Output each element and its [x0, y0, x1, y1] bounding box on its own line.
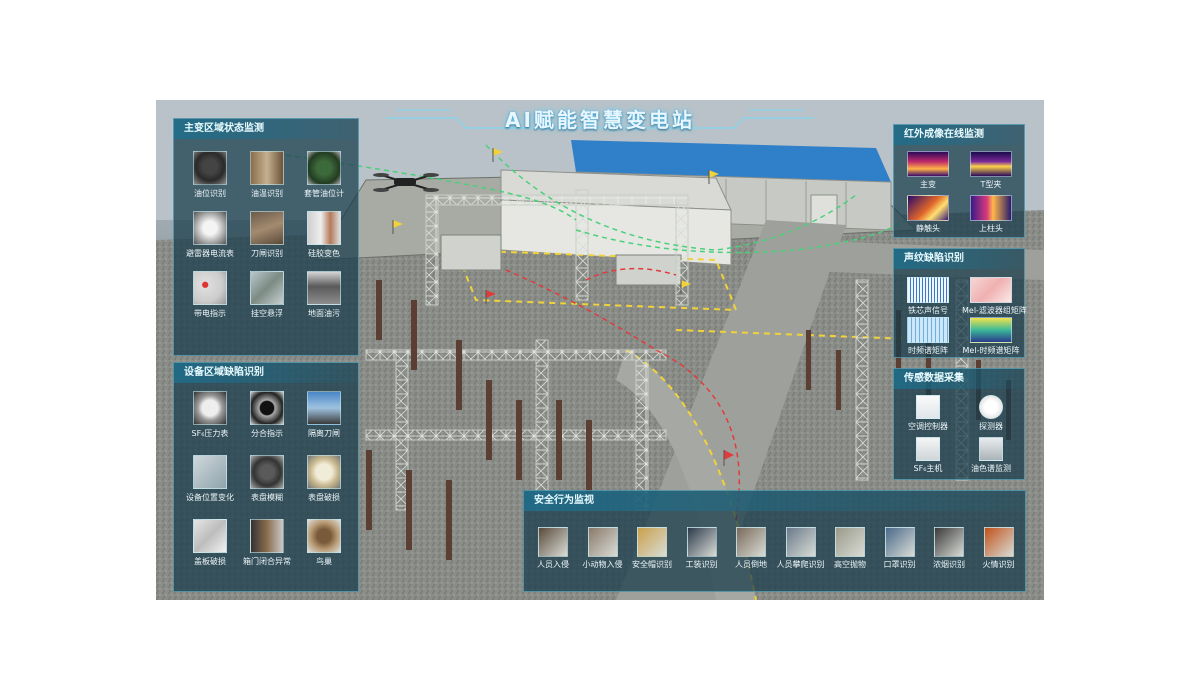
- panel-voiceprint: 声纹缺陷识别 铁芯声信号 Mel-滤波器组矩阵 时频谱矩阵 Mel-时频谱矩阵: [893, 248, 1027, 358]
- suspended-object-icon: [250, 271, 284, 305]
- feature-tile-sf6-host[interactable]: SF₆主机: [899, 437, 957, 474]
- feature-tile-blurred-dial[interactable]: 表盘模糊: [238, 455, 296, 503]
- feature-tile-person-fall[interactable]: 人员倒地: [726, 527, 776, 570]
- fire-icon: [983, 527, 1014, 557]
- disconnector-icon: [250, 211, 284, 245]
- feature-tile-silica-gel[interactable]: 硅胶变色: [295, 211, 353, 259]
- feature-tile-spectrogram[interactable]: 时频谱矩阵: [899, 317, 957, 356]
- feature-tile-mel-spectrogram[interactable]: Mel-时频谱矩阵: [962, 317, 1020, 356]
- panel-main-transformer: 主变区域状态监测 油位识别 油温识别 套管油位计 避雷器电流表 刀闸识别 硅胶变…: [173, 118, 359, 356]
- feature-tile-thermal-upper-post[interactable]: 上柱头: [962, 195, 1020, 234]
- feature-tile-oil-chromatography[interactable]: 油色谱监测: [962, 437, 1020, 474]
- feature-tile-arrester-ammeter[interactable]: 避雷器电流表: [181, 211, 239, 259]
- feature-tile-core-signal[interactable]: 铁芯声信号: [899, 277, 957, 316]
- panel-title: 设备区域缺陷识别: [174, 363, 358, 383]
- feature-tile-damaged-cover[interactable]: 盖板破损: [181, 519, 239, 567]
- feature-tile-cabinet-door[interactable]: 箱门闭合异常: [238, 519, 296, 567]
- sf6-pressure-gauge-icon: [193, 391, 227, 425]
- feature-tile-mel-filter[interactable]: Mel-滤波器组矩阵: [962, 277, 1027, 316]
- feature-tile-live-indicator[interactable]: 带电指示: [181, 271, 239, 319]
- smoke-icon: [934, 527, 964, 557]
- mel-spectrogram-icon: [970, 317, 1012, 343]
- feature-tile-person-intrusion[interactable]: 人员入侵: [528, 527, 578, 570]
- feature-tile-smoke[interactable]: 浓烟识别: [924, 527, 974, 570]
- feature-tile-person-climb[interactable]: 人员攀爬识别: [776, 527, 826, 570]
- feature-tile-fire[interactable]: 火情识别: [974, 527, 1024, 570]
- thermal-main-transformer-icon: [907, 151, 949, 177]
- feature-tile-oil-temperature[interactable]: 油温识别: [238, 151, 296, 199]
- oil-temperature-gauge-icon: [250, 151, 284, 185]
- spectrogram-icon: [907, 317, 949, 343]
- feature-tile-falling-object[interactable]: 高空抛物: [825, 527, 875, 570]
- feature-tile-sf6-gauge[interactable]: SF₆压力表: [181, 391, 239, 439]
- bird-nest-icon: [307, 519, 341, 553]
- substation-scene: AI赋能智慧变电站 主变区域状态监测 油位识别 油温识别 套管油位计 避雷器电流…: [156, 100, 1044, 600]
- ground-oil-stain-icon: [307, 271, 341, 305]
- cabinet-door-icon: [250, 519, 284, 553]
- oil-chromatography-icon: [979, 437, 1003, 461]
- feature-tile-work-uniform[interactable]: 工装识别: [677, 527, 727, 570]
- mask-icon: [884, 527, 915, 557]
- thermal-t-clamp-icon: [970, 151, 1012, 177]
- feature-tile-safety-helmet[interactable]: 安全帽识别: [627, 527, 677, 570]
- feature-tile-disconnector[interactable]: 刀闸识别: [238, 211, 296, 259]
- silica-gel-icon: [307, 211, 341, 245]
- feature-tile-thermal-main[interactable]: 主变: [899, 151, 957, 190]
- device-position-icon: [193, 455, 227, 489]
- panel-sensor: 传感数据采集 空调控制器 探测器 SF₆主机 油色谱监测: [893, 368, 1025, 480]
- feature-tile-thermal-contact[interactable]: 静触头: [899, 195, 957, 234]
- feature-tile-thermal-t-clamp[interactable]: T型夹: [962, 151, 1020, 190]
- feature-tile-bird-nest[interactable]: 鸟巢: [295, 519, 353, 567]
- person-intrusion-icon: [538, 527, 568, 557]
- ac-controller-icon: [916, 395, 940, 419]
- smoke-detector-icon: [979, 395, 1003, 419]
- panel-title: 红外成像在线监测: [894, 125, 1024, 145]
- safety-helmet-icon: [637, 527, 667, 557]
- feature-tile-isolation-switch[interactable]: 隔离刀闸: [295, 391, 353, 439]
- thermal-static-contact-icon: [907, 195, 949, 221]
- bushing-oil-gauge-icon: [307, 151, 341, 185]
- isolation-switch-icon: [307, 391, 341, 425]
- panel-title: 安全行为监视: [524, 491, 1025, 511]
- panel-title: 主变区域状态监测: [174, 119, 358, 139]
- feature-tile-open-close[interactable]: 分合指示: [238, 391, 296, 439]
- feature-tile-mask[interactable]: 口罩识别: [875, 527, 925, 570]
- feature-tile-ac-controller[interactable]: 空调控制器: [899, 395, 957, 432]
- live-indicator-icon: [193, 271, 227, 305]
- person-fall-icon: [736, 527, 766, 557]
- feature-tile-device-position[interactable]: 设备位置变化: [181, 455, 239, 503]
- person-climb-icon: [785, 527, 816, 557]
- arrester-ammeter-icon: [193, 211, 227, 245]
- damaged-dial-icon: [307, 455, 341, 489]
- panel-title: 声纹缺陷识别: [894, 249, 1024, 269]
- feature-tile-damaged-dial[interactable]: 表盘破损: [295, 455, 353, 503]
- damaged-cover-icon: [193, 519, 227, 553]
- panel-infrared: 红外成像在线监测 主变 T型夹 静触头 上柱头: [893, 124, 1025, 238]
- feature-tile-bushing-oil[interactable]: 套管油位计: [295, 151, 353, 199]
- thermal-upper-post-icon: [970, 195, 1012, 221]
- panel-title: 传感数据采集: [894, 369, 1024, 389]
- feature-tile-oil-level[interactable]: 油位识别: [181, 151, 239, 199]
- panel-equipment-defect: 设备区域缺陷识别 SF₆压力表 分合指示 隔离刀闸 设备位置变化 表盘模糊 表盘…: [173, 362, 359, 592]
- core-signal-icon: [907, 277, 949, 303]
- open-close-indicator-icon: [250, 391, 284, 425]
- feature-tile-detector[interactable]: 探测器: [962, 395, 1020, 432]
- panel-safety-behavior: 安全行为监视 人员入侵 小动物入侵 安全帽识别 工装识别 人员倒地 人员攀爬识别 高空抛物口…: [523, 490, 1026, 592]
- feature-tile-suspended-object[interactable]: 挂空悬浮: [238, 271, 296, 319]
- blurred-dial-icon: [250, 455, 284, 489]
- falling-object-icon: [835, 527, 865, 557]
- animal-intrusion-icon: [587, 527, 618, 557]
- feature-tile-animal-intrusion[interactable]: 小动物入侵: [578, 527, 628, 570]
- feature-tile-ground-oil[interactable]: 地面油污: [295, 271, 353, 319]
- work-uniform-icon: [686, 527, 717, 557]
- oil-level-meter-icon: [193, 151, 227, 185]
- sf6-host-icon: [916, 437, 940, 461]
- mel-filter-matrix-icon: [970, 277, 1012, 303]
